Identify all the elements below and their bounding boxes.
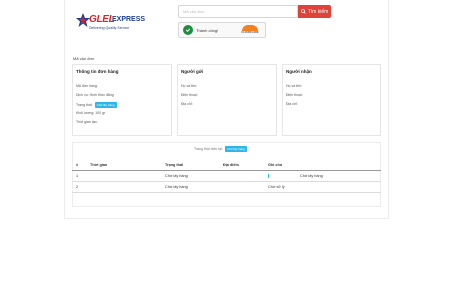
row-status: Chờ lấy hàng <box>161 181 219 193</box>
sender-info-panel: Người gửi Họ và tên: Điện thoại: Địa chỉ… <box>177 64 277 136</box>
field-label: Họ và tên: <box>181 84 197 88</box>
current-status-label: Trạng thái hiện tại: <box>194 147 223 151</box>
field-label: Trạng thái: <box>76 103 93 107</box>
row-time <box>86 170 161 182</box>
tracking-search-input[interactable]: Mã vận đơn <box>178 5 298 18</box>
field-label: Khối lượng: 100 gr <box>76 111 106 115</box>
checkmark-icon <box>183 25 193 35</box>
field-label: Địa chỉ: <box>286 102 298 106</box>
table-row: 2 Chờ lấy hàng Chờ xử lý <box>72 181 381 193</box>
panel-title: Người gửi <box>181 69 204 74</box>
section-title: Mã vận đơn <box>73 56 95 61</box>
sender-phone-field: Điện thoại: <box>181 93 198 97</box>
sender-name-field: Họ và tên: <box>181 84 197 88</box>
status-badge: Chờ lấy hàng <box>94 102 117 108</box>
row-time <box>86 181 161 193</box>
column-header-number: # <box>72 160 86 171</box>
brand-name: GLEL <box>89 14 115 25</box>
brand-logo[interactable]: GLEL EXPRESS Delivering Quality Service <box>75 12 145 34</box>
panel-title: Thông tin đơn hàng <box>76 69 119 74</box>
search-button-label: Tìm kiếm <box>307 8 329 15</box>
row-location <box>219 181 264 193</box>
cloudflare-text: CLOUDFLARE <box>241 31 259 34</box>
order-info-panel: Thông tin đơn hàng Mã đơn hàng: Dịch vụ:… <box>72 64 172 136</box>
receiver-name-field: Họ và tên: <box>286 84 302 88</box>
captcha-widget[interactable]: Thành công! CLOUDFLARE <box>178 22 266 38</box>
search-button[interactable]: Tìm kiếm <box>298 5 331 18</box>
receiver-info-panel: Người nhận Họ và tên: Điện thoại: Địa ch… <box>282 64 381 136</box>
field-label: Họ và tên: <box>286 84 302 88</box>
table-row: 1 Chờ lấy hàng Chờ lấy hàng <box>72 170 381 182</box>
row-status: Chờ lấy hàng <box>161 170 219 182</box>
captcha-status: Thành công! <box>196 27 219 33</box>
receiver-address-field: Địa chỉ: <box>286 102 298 106</box>
row-note-cell: Chờ lấy hàng <box>264 170 381 182</box>
receiver-phone-field: Điện thoại: <box>286 93 303 97</box>
field-label: Địa chỉ: <box>181 102 193 106</box>
order-code-field: Mã đơn hàng: <box>76 84 98 88</box>
history-table: # Thời gian Trạng thái Địa điểm Ghi chú … <box>72 160 381 193</box>
row-number: 2 <box>72 181 86 193</box>
column-header-status: Trạng thái <box>161 160 219 171</box>
row-note: Chờ lấy hàng <box>300 173 323 178</box>
service-field: Dịch vụ: Hình thức đăng <box>76 93 114 97</box>
panel-title: Người nhận <box>286 69 312 74</box>
search-icon <box>300 9 306 14</box>
field-label: Điện thoại: <box>181 93 198 97</box>
row-number: 1 <box>72 170 86 182</box>
cloudflare-logo: CLOUDFLARE <box>238 25 262 36</box>
current-status: Trạng thái hiện tại: Chờ lấy hàng <box>194 146 247 152</box>
column-header-time: Thời gian <box>86 160 161 171</box>
created-time-field: Thời gian tạo: <box>76 120 98 124</box>
brand-suffix: EXPRESS <box>112 16 146 23</box>
row-location <box>219 170 264 182</box>
field-label: Thời gian tạo: <box>76 120 98 124</box>
field-label: Mã đơn hàng: <box>76 84 98 88</box>
field-label: Điện thoại: <box>286 93 303 97</box>
status-field: Trạng thái: Chờ lấy hàng <box>76 102 117 108</box>
sender-address-field: Địa chỉ: <box>181 102 193 106</box>
row-note: Chờ xử lý <box>264 181 381 193</box>
note-marker <box>268 173 269 178</box>
weight-field: Khối lượng: 100 gr <box>76 111 105 115</box>
current-status-badge: Chờ lấy hàng <box>224 146 247 152</box>
column-header-location: Địa điểm <box>219 160 264 171</box>
field-label: Dịch vụ: Hình thức đăng <box>76 93 114 97</box>
table-header-row: # Thời gian Trạng thái Địa điểm Ghi chú <box>72 160 381 171</box>
column-header-note: Ghi chú <box>264 160 381 171</box>
brand-tagline: Delivering Quality Service <box>89 26 130 30</box>
